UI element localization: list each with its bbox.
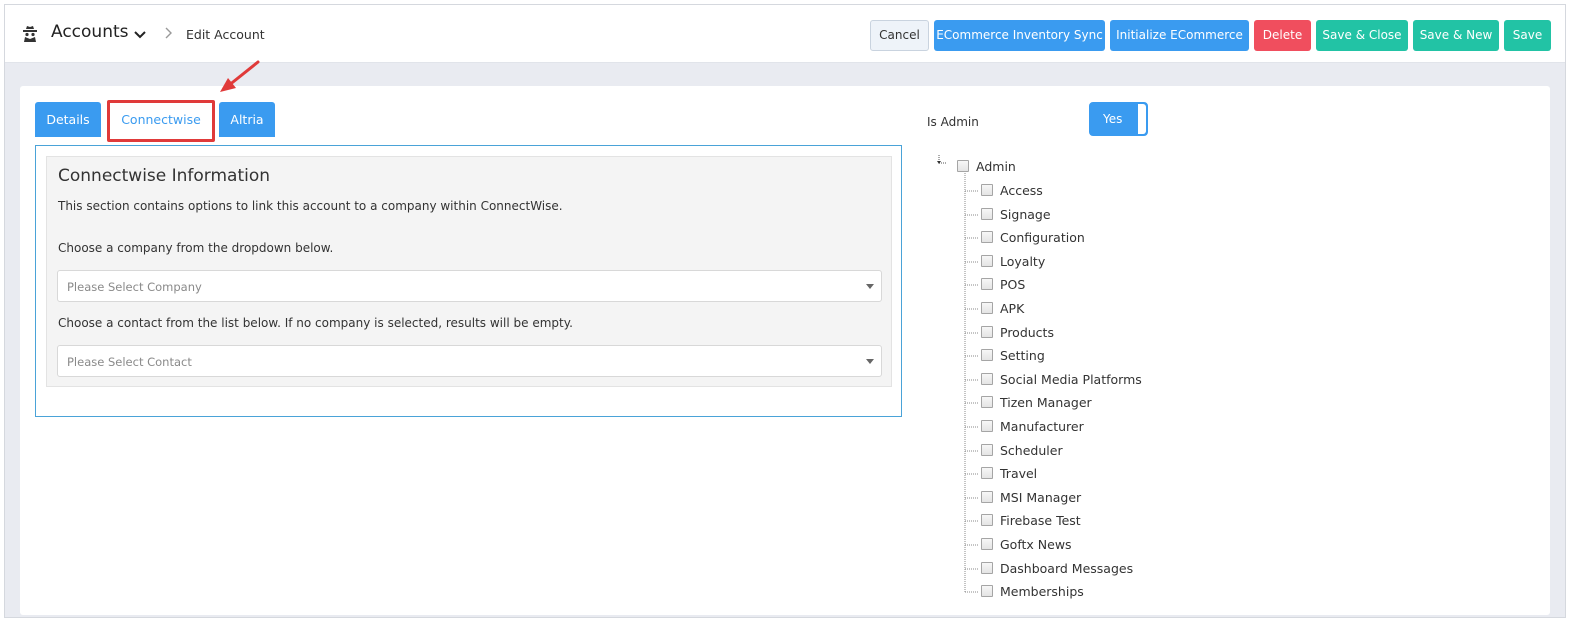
initialize-ecommerce-button[interactable]: Initialize ECommerce	[1110, 20, 1249, 51]
tree-connector-lines	[937, 155, 979, 593]
annotation-arrow-icon	[220, 60, 260, 92]
tree-node-label: Firebase Test	[1000, 513, 1081, 528]
page-title: Accounts	[51, 22, 129, 42]
save-button[interactable]: Save	[1504, 20, 1551, 51]
tree-node-label: Admin	[976, 159, 1016, 174]
checkbox[interactable]	[981, 467, 993, 479]
checkbox[interactable]	[957, 160, 969, 172]
is-admin-label: Is Admin	[927, 115, 979, 129]
checkbox[interactable]	[981, 538, 993, 550]
tree-node-label: Scheduler	[1000, 443, 1063, 458]
ecommerce-inventory-sync-button[interactable]: ECommerce Inventory Sync	[934, 20, 1105, 51]
tab-altria[interactable]: Altria	[219, 102, 275, 137]
checkbox[interactable]	[981, 278, 993, 290]
connectwise-info-card: Connectwise Information This section con…	[46, 156, 892, 387]
contact-prompt: Choose a contact from the list below. If…	[58, 316, 573, 330]
checkbox[interactable]	[981, 255, 993, 267]
contact-select[interactable]: Please Select Contact	[57, 345, 882, 377]
tree-node-label: Memberships	[1000, 584, 1084, 599]
company-select[interactable]: Please Select Company	[57, 270, 882, 302]
chevron-down-icon[interactable]	[133, 28, 147, 42]
tree-node-label: Social Media Platforms	[1000, 372, 1142, 387]
edit-account-panel: Details Connectwise Altria Connectwise I…	[20, 60, 1550, 615]
tree-node-label: Loyalty	[1000, 254, 1046, 269]
checkbox[interactable]	[981, 444, 993, 456]
checkbox[interactable]	[981, 184, 993, 196]
save-new-button[interactable]: Save & New	[1413, 20, 1499, 51]
tab-details[interactable]: Details	[35, 102, 101, 137]
tree-node-label: Access	[1000, 183, 1043, 198]
is-admin-toggle-label: Yes	[1103, 112, 1123, 126]
spy-icon	[23, 26, 37, 42]
cancel-button[interactable]: Cancel	[870, 20, 929, 51]
tree-node-label: Travel	[1000, 466, 1038, 481]
tree-node-label: Tizen Manager	[1000, 395, 1092, 410]
checkbox[interactable]	[981, 420, 993, 432]
tab-highlight-box	[107, 100, 215, 142]
tree-node-label: Products	[1000, 325, 1054, 340]
checkbox[interactable]	[981, 302, 993, 314]
is-admin-toggle[interactable]: Yes	[1089, 102, 1148, 136]
connectwise-tab-content: Connectwise Information This section con…	[35, 145, 902, 417]
save-close-button[interactable]: Save & Close	[1316, 20, 1408, 51]
checkbox[interactable]	[981, 396, 993, 408]
top-bar: Accounts Edit Account Cancel ECommerce I…	[5, 5, 1565, 63]
app-frame: Accounts Edit Account Cancel ECommerce I…	[4, 4, 1566, 618]
contact-select-placeholder: Please Select Contact	[67, 355, 192, 369]
breadcrumb-current: Edit Account	[186, 27, 265, 42]
checkbox[interactable]	[981, 208, 993, 220]
tree-node-label: Signage	[1000, 207, 1051, 222]
checkbox[interactable]	[981, 373, 993, 385]
tree-node-label: MSI Manager	[1000, 490, 1082, 505]
checkbox[interactable]	[981, 231, 993, 243]
caret-down-icon	[866, 359, 874, 364]
connectwise-description: This section contains options to link th…	[58, 199, 563, 213]
connectwise-title: Connectwise Information	[58, 166, 271, 186]
checkbox[interactable]	[981, 491, 993, 503]
chevron-right-icon	[165, 27, 172, 39]
tree-node-label: Setting	[1000, 348, 1045, 363]
toggle-knob	[1138, 104, 1146, 134]
tree-node-label: Dashboard Messages	[1000, 561, 1134, 576]
checkbox[interactable]	[981, 349, 993, 361]
delete-button[interactable]: Delete	[1254, 20, 1311, 51]
checkbox[interactable]	[981, 585, 993, 597]
tree-node-label: Manufacturer	[1000, 419, 1084, 434]
caret-down-icon	[866, 284, 874, 289]
company-select-placeholder: Please Select Company	[67, 280, 202, 294]
tree-node-label: Configuration	[1000, 230, 1085, 245]
company-prompt: Choose a company from the dropdown below…	[58, 241, 334, 255]
checkbox[interactable]	[981, 562, 993, 574]
tree-node-label: POS	[1000, 277, 1026, 292]
checkbox[interactable]	[981, 326, 993, 338]
tree-node-label: Goftx News	[1000, 537, 1072, 552]
checkbox[interactable]	[981, 514, 993, 526]
tree-node-label: APK	[1000, 301, 1025, 316]
